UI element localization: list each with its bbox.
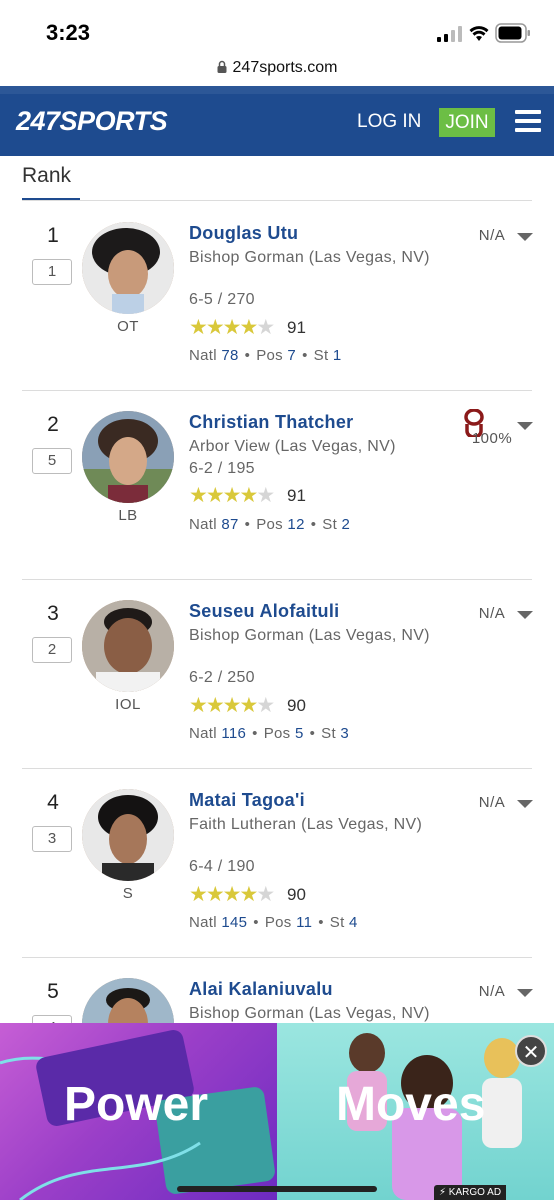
player-row[interactable]: 3 2 IOL Seuseu Alofaituli Bishop Gorman … bbox=[22, 580, 533, 769]
star-rating: ★★★★★ bbox=[189, 484, 275, 507]
pos-rank[interactable]: 12 bbox=[287, 516, 304, 533]
ad-headline-right: Moves bbox=[336, 1078, 486, 1131]
rank-column-header: Rank bbox=[0, 156, 554, 202]
lock-icon bbox=[217, 60, 227, 73]
natl-rank[interactable]: 145 bbox=[221, 914, 247, 931]
player-measurables: 6-5 / 270 bbox=[189, 291, 255, 308]
state-rank[interactable]: 3 bbox=[340, 725, 349, 742]
expand-chevron-icon[interactable] bbox=[517, 422, 533, 430]
previous-rank-badge: 3 bbox=[32, 826, 72, 852]
player-avatar[interactable] bbox=[82, 600, 174, 692]
crystal-ball-prediction: N/A bbox=[478, 794, 506, 811]
ad-attribution-tag[interactable]: ⚡ KARGO AD bbox=[434, 1185, 507, 1200]
position-label: IOL bbox=[115, 696, 141, 713]
battery-icon bbox=[495, 23, 530, 43]
url-bar[interactable]: 247sports.com bbox=[0, 56, 554, 86]
state-rank[interactable]: 1 bbox=[333, 347, 342, 364]
player-avatar[interactable] bbox=[82, 222, 174, 314]
star-rating: ★★★★★ bbox=[189, 883, 275, 906]
natl-rank[interactable]: 116 bbox=[221, 725, 246, 742]
login-link[interactable]: LOG IN bbox=[357, 111, 421, 133]
rank-divider bbox=[22, 200, 532, 201]
player-row[interactable]: 1 1 OT Douglas Utu Bishop Gorman (Las Ve… bbox=[22, 202, 533, 391]
expand-chevron-icon[interactable] bbox=[517, 233, 533, 241]
ad-headline-left: Power bbox=[64, 1078, 209, 1131]
pos-rank[interactable]: 11 bbox=[296, 914, 312, 931]
player-rankings: Natl 116 • Pos 5 • St 3 bbox=[189, 725, 350, 742]
pos-rank[interactable]: 7 bbox=[287, 347, 296, 364]
player-rating: 90 bbox=[287, 885, 306, 904]
previous-rank-badge: 1 bbox=[32, 259, 72, 285]
rank-number: 1 bbox=[47, 224, 59, 247]
player-measurables: 6-2 / 250 bbox=[189, 669, 255, 686]
rank-number: 4 bbox=[47, 791, 59, 814]
site-logo[interactable]: 247SPORTS bbox=[16, 106, 168, 137]
player-school: Faith Lutheran (Las Vegas, NV) bbox=[189, 816, 423, 833]
player-name-link[interactable]: Douglas Utu bbox=[189, 223, 298, 244]
state-rank[interactable]: 4 bbox=[349, 914, 358, 931]
position-label: S bbox=[122, 885, 134, 902]
previous-rank-badge: 2 bbox=[32, 637, 72, 663]
player-list: 1 1 OT Douglas Utu Bishop Gorman (Las Ve… bbox=[0, 202, 554, 1147]
join-button[interactable]: JOIN bbox=[439, 108, 495, 137]
site-header: 247SPORTS LOG IN JOIN bbox=[0, 86, 554, 156]
crystal-ball-prediction: N/A bbox=[478, 983, 506, 1000]
rank-label[interactable]: Rank bbox=[22, 164, 71, 188]
expand-chevron-icon[interactable] bbox=[517, 611, 533, 619]
natl-rank[interactable]: 78 bbox=[221, 347, 238, 364]
pos-rank[interactable]: 5 bbox=[295, 725, 304, 742]
home-indicator[interactable] bbox=[177, 1186, 377, 1192]
header-scroll-strip bbox=[0, 86, 554, 94]
rank-number: 5 bbox=[47, 980, 59, 1003]
player-school: Bishop Gorman (Las Vegas, NV) bbox=[189, 249, 430, 266]
rank-number: 2 bbox=[47, 413, 59, 436]
wifi-icon bbox=[469, 26, 489, 41]
url-text: 247sports.com bbox=[232, 59, 338, 76]
player-name-link[interactable]: Matai Tagoa'i bbox=[189, 790, 305, 811]
player-avatar[interactable] bbox=[82, 411, 174, 503]
position-label: LB bbox=[118, 507, 138, 524]
player-rankings: Natl 145 • Pos 11 • St 4 bbox=[189, 914, 358, 931]
previous-rank-badge: 5 bbox=[32, 448, 72, 474]
player-row[interactable]: 4 3 S Matai Tagoa'i Faith Lutheran (Las … bbox=[22, 769, 533, 958]
natl-rank[interactable]: 87 bbox=[221, 516, 238, 533]
expand-chevron-icon[interactable] bbox=[517, 800, 533, 808]
player-school: Bishop Gorman (Las Vegas, NV) bbox=[189, 627, 430, 644]
crystal-ball-prediction: 100% bbox=[471, 430, 513, 447]
close-ad-icon[interactable]: ✕ bbox=[515, 1035, 547, 1067]
player-rating: 90 bbox=[287, 696, 306, 715]
player-name-link[interactable]: Seuseu Alofaituli bbox=[189, 601, 339, 622]
hamburger-menu-icon[interactable] bbox=[515, 110, 541, 132]
position-label: OT bbox=[117, 318, 139, 335]
expand-chevron-icon[interactable] bbox=[517, 989, 533, 997]
player-measurables: 6-2 / 195 bbox=[189, 460, 255, 477]
state-rank[interactable]: 2 bbox=[342, 516, 351, 533]
player-row[interactable]: 2 5 LB Christian Thatcher Arbor View (La… bbox=[22, 391, 533, 580]
player-rankings: Natl 87 • Pos 12 • St 2 bbox=[189, 516, 351, 533]
rank-number: 3 bbox=[47, 602, 59, 625]
player-measurables: 6-4 / 190 bbox=[189, 858, 255, 875]
status-bar: 3:23 bbox=[0, 0, 554, 56]
player-avatar[interactable] bbox=[82, 789, 174, 881]
player-school: Arbor View (Las Vegas, NV) bbox=[189, 438, 396, 455]
player-name-link[interactable]: Christian Thatcher bbox=[189, 412, 353, 433]
star-rating: ★★★★★ bbox=[189, 316, 275, 339]
signal-icon bbox=[437, 26, 462, 42]
crystal-ball-prediction: N/A bbox=[478, 227, 506, 244]
player-rankings: Natl 78 • Pos 7 • St 1 bbox=[189, 347, 342, 364]
player-rating: 91 bbox=[287, 318, 306, 337]
player-school: Bishop Gorman (Las Vegas, NV) bbox=[189, 1005, 430, 1022]
star-rating: ★★★★★ bbox=[189, 694, 275, 717]
status-time: 3:23 bbox=[46, 20, 91, 45]
ad-banner[interactable]: Power Moves ✕ ⚡ KARGO AD bbox=[0, 1023, 554, 1200]
player-name-link[interactable]: Alai Kalaniuvalu bbox=[189, 979, 333, 1000]
player-rating: 91 bbox=[287, 486, 306, 505]
crystal-ball-prediction: N/A bbox=[478, 605, 506, 622]
